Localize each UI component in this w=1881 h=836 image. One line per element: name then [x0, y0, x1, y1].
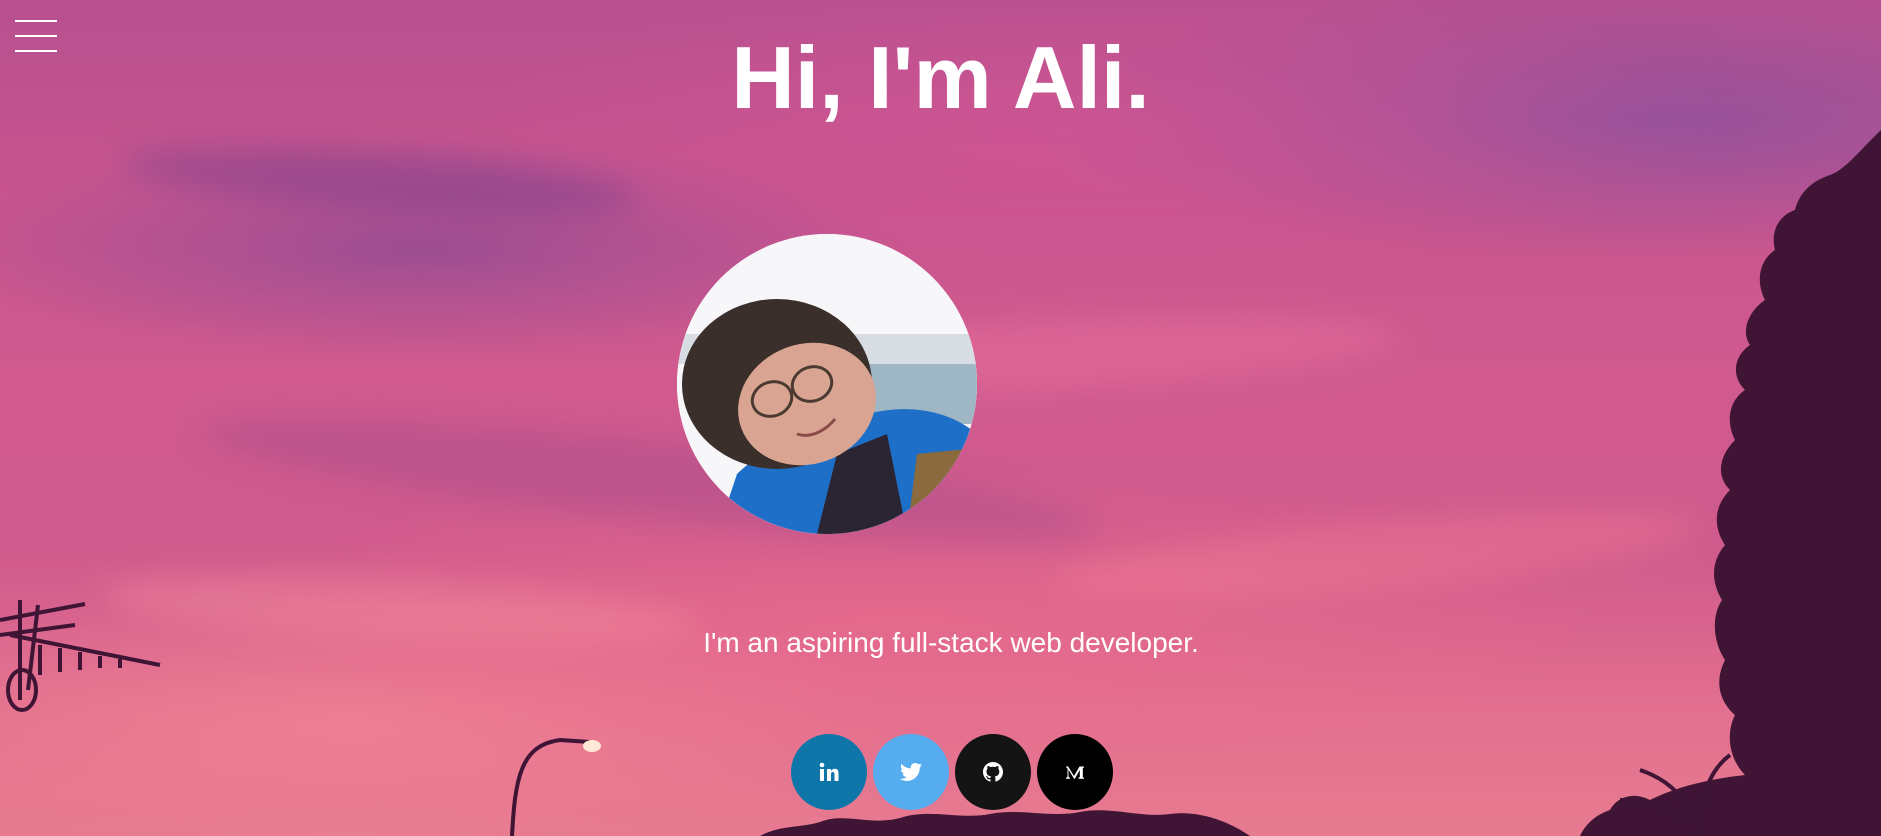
github-button[interactable]	[955, 734, 1031, 810]
linkedin-icon	[819, 762, 839, 781]
street-lamp-silhouette	[510, 737, 591, 836]
github-icon	[983, 762, 1003, 782]
right-tree	[1580, 130, 1881, 836]
medium-button[interactable]	[1037, 734, 1113, 810]
palm-fronds	[1619, 753, 1732, 836]
avatar-photo	[677, 234, 977, 534]
tagline: I'm an aspiring full-stack web developer…	[703, 627, 1199, 658]
street-lamp-light	[583, 740, 601, 752]
cloud-streak	[1048, 491, 1702, 619]
medium-icon	[1066, 766, 1084, 779]
twitter-button[interactable]	[873, 734, 949, 810]
menu-line	[15, 20, 57, 22]
avatar	[677, 234, 977, 534]
page-title: Hi, I'm Ali.	[731, 28, 1150, 127]
twitter-icon	[900, 763, 922, 781]
hero-section: Hi, I'm Ali. I'm an aspiring full-stack …	[0, 0, 1881, 836]
linkedin-button[interactable]	[791, 734, 867, 810]
bottom-trees	[760, 810, 1250, 836]
cloud-streak	[118, 131, 642, 229]
